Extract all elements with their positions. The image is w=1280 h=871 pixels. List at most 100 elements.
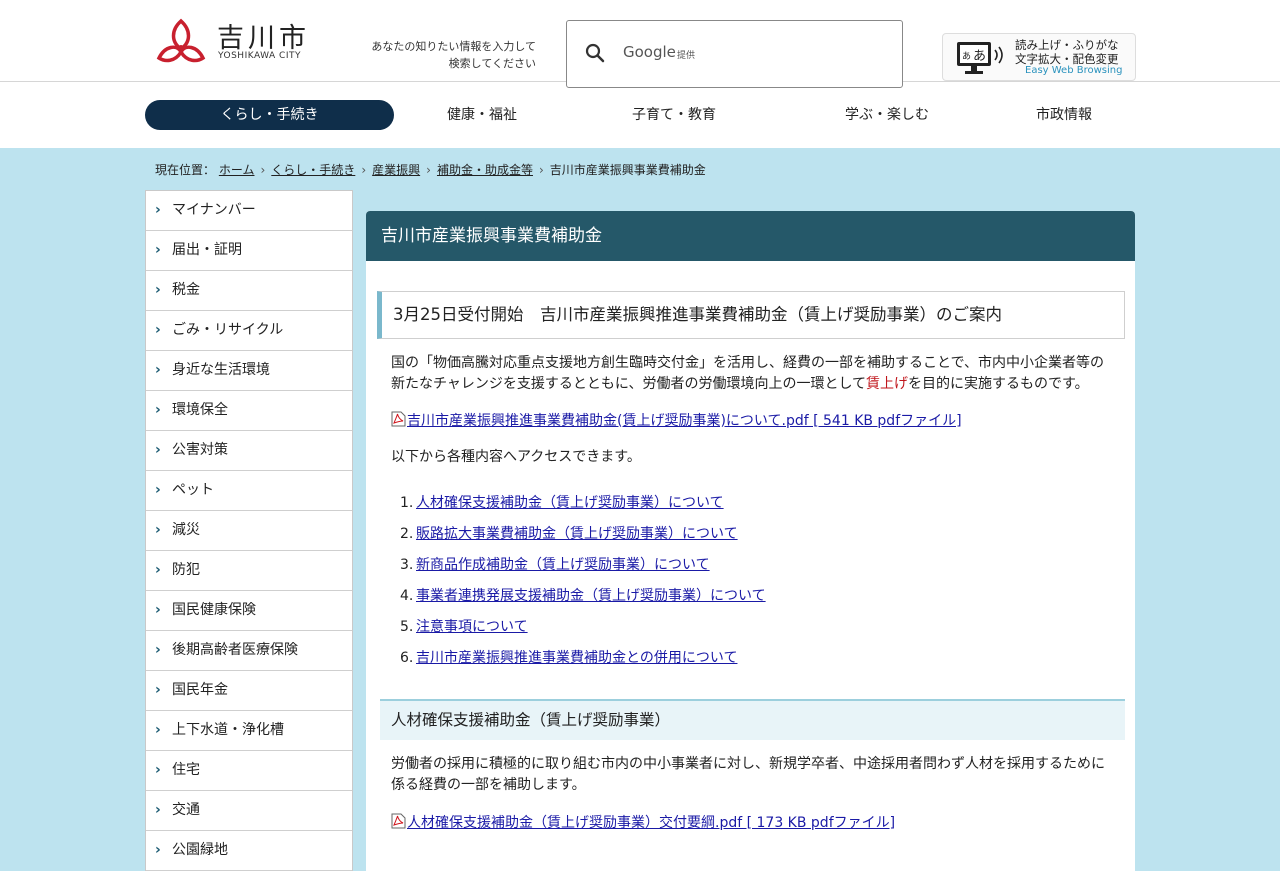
chevron-right-icon: › (155, 762, 161, 778)
toc-list-number: 5. (400, 619, 414, 635)
sidebar-item[interactable]: › 国民健康保険 (146, 591, 352, 631)
main-content: 吉川市産業振興事業費補助金 3月25日受付開始 吉川市産業振興推進事業費補助金（… (366, 211, 1135, 871)
sidebar-item-label: 後期高齢者医療保険 (172, 642, 298, 658)
access-text: 以下から各種内容へアクセスできます。 (391, 449, 641, 465)
section-heading: 3月25日受付開始 吉川市産業振興推進事業費補助金（賃上げ奨励事業）のご案内 (377, 291, 1125, 339)
sidebar-item[interactable]: › 防犯 (146, 551, 352, 591)
pdf-download-link[interactable]: 吉川市産業振興推進事業費補助金(賃上げ奨励事業)について.pdf [ 541 K… (391, 410, 962, 430)
chevron-right-icon: › (155, 562, 161, 578)
chevron-right-icon: › (155, 322, 161, 338)
pdf-file-icon (391, 813, 406, 829)
breadcrumb: 現在位置： ホーム › くらし・手続き › 産業振興 › 補助金・助成金等 › 吉川市産業振興事… (155, 161, 706, 178)
web-browsing-label-en: Easy Web Browsing (1025, 65, 1123, 76)
chevron-right-icon: › (155, 722, 161, 738)
subsection-paragraph: 労働者の採用に積極的に取り組む市内の中小事業者に対し、新規学卒者、中途採用者問わ… (391, 756, 1105, 793)
sidebar-item[interactable]: › 届出・証明 (146, 231, 352, 271)
svg-text:あ: あ (973, 49, 986, 64)
search-provider-suffix: 提供 (677, 51, 696, 61)
chevron-right-icon: › (155, 242, 161, 258)
toc-list-number: 3. (400, 557, 414, 573)
chevron-right-icon: › (155, 802, 161, 818)
search-provider-label: Google (623, 43, 676, 61)
sidebar-item-label: マイナンバー (172, 202, 256, 218)
intro-highlight: 賃上げ (866, 376, 909, 392)
global-nav-item-kenko[interactable]: 健康・福祉 (412, 100, 552, 130)
toc-list: 1. 人材確保支援補助金（賃上げ奨励事業）について 2. 販路拡大事業費補助金（賃上げ… (391, 493, 1091, 679)
sidebar-item[interactable]: › 公園緑地 (146, 831, 352, 871)
toc-link[interactable]: 新商品作成補助金（賃上げ奨励事業）について (416, 555, 710, 575)
sidebar-item[interactable]: › 上下水道・浄化槽 (146, 711, 352, 751)
toc-link[interactable]: 販路拡大事業費補助金（賃上げ奨励事業）について (416, 524, 738, 544)
sidebar-item-label: 国民健康保険 (172, 602, 256, 618)
toc-list-item: 6. 吉川市産業振興推進事業費補助金との併用について (391, 648, 1091, 679)
subsection-heading: 人材確保支援補助金（賃上げ奨励事業） (380, 699, 1125, 740)
sidebar-item-label: 公園緑地 (172, 842, 228, 858)
city-name: 吉川市 (217, 23, 310, 54)
breadcrumb-link-home[interactable]: ホーム (219, 163, 255, 177)
search-help-line: あなたの知りたい情報を入力して (371, 40, 536, 53)
pdf-file-icon (391, 411, 406, 427)
breadcrumb-link-sangyo[interactable]: 産業振興 (372, 163, 420, 177)
toc-list-number: 4. (400, 588, 414, 604)
chevron-right-icon: › (155, 482, 161, 498)
toc-list-number: 1. (400, 495, 414, 511)
chevron-right-icon: › (155, 602, 161, 618)
intro-paragraph: 国の「物価高騰対応重点支援地方創生臨時交付金」を活用し、経費の一部を補助すること… (391, 353, 1116, 395)
sidebar-item-label: 住宅 (172, 762, 200, 778)
chevron-right-icon: › (155, 842, 161, 858)
toc-link[interactable]: 吉川市産業振興推進事業費補助金との併用について (416, 648, 737, 668)
chevron-right-icon: › (155, 522, 161, 538)
breadcrumb-link-hojokin[interactable]: 補助金・助成金等 (437, 163, 533, 177)
global-nav-item-kosodate[interactable]: 子育て・教育 (604, 100, 744, 130)
intro-text: を目的に実施するものです。 (908, 376, 1089, 392)
sidebar-item[interactable]: › 国民年金 (146, 671, 352, 711)
breadcrumb-prefix: 現在位置： (155, 163, 216, 177)
toc-link[interactable]: 人材確保支援補助金（賃上げ奨励事業）について (416, 493, 724, 513)
chevron-right-icon: › (155, 362, 161, 378)
sidebar-item-label: ペット (172, 482, 214, 498)
pdf-download-link[interactable]: 人材確保支援補助金（賃上げ奨励事業）交付要綱.pdf [ 173 KB pdfフ… (391, 812, 895, 832)
chevron-right-icon: › (155, 442, 161, 458)
sidebar-item[interactable]: › 税金 (146, 271, 352, 311)
site-header: 吉川市 YOSHIKAWA CITY あなたの知りたい情報を入力して 検索してく… (0, 0, 1280, 148)
breadcrumb-separator: › (361, 163, 367, 177)
sidebar-item-label: 減災 (172, 522, 200, 538)
sidebar-item[interactable]: › 公害対策 (146, 431, 352, 471)
sidebar-item[interactable]: › 身近な生活環境 (146, 351, 352, 391)
sidebar-item[interactable]: › ごみ・リサイクル (146, 311, 352, 351)
pdf-link-text[interactable]: 吉川市産業振興推進事業費補助金(賃上げ奨励事業)について.pdf [ 541 K… (407, 413, 962, 429)
toc-list-item: 2. 販路拡大事業費補助金（賃上げ奨励事業）について (391, 524, 1091, 555)
sidebar-item-label: 身近な生活環境 (172, 362, 270, 378)
toc-link[interactable]: 注意事項について (416, 617, 528, 637)
sidebar-item-label: ごみ・リサイクル (172, 322, 284, 338)
search-icon[interactable] (585, 43, 605, 63)
chevron-right-icon: › (155, 402, 161, 418)
text-to-speech-monitor-icon: あ あ (957, 42, 1003, 74)
global-nav-item-shisei[interactable]: 市政情報 (994, 100, 1134, 130)
sidebar-item[interactable]: › 交通 (146, 791, 352, 831)
global-nav-item-manabu[interactable]: 学ぶ・楽しむ (817, 100, 957, 130)
svg-text:あ: あ (962, 51, 971, 62)
city-name-en: YOSHIKAWA CITY (218, 51, 301, 61)
sidebar-item[interactable]: › 住宅 (146, 751, 352, 791)
easy-web-browsing-button[interactable]: あ あ 読み上げ・ふりがな 文字拡大・配色変更 Easy Web Browsin… (942, 33, 1136, 81)
toc-link[interactable]: 事業者連携発展支援補助金（賃上げ奨励事業）について (416, 586, 766, 606)
breadcrumb-link-kurashi[interactable]: くらし・手続き (271, 163, 355, 177)
global-nav-item-kurashi[interactable]: くらし・手続き (145, 100, 394, 130)
sidebar-item[interactable]: › 環境保全 (146, 391, 352, 431)
chevron-right-icon: › (155, 682, 161, 698)
pdf-link-text[interactable]: 人材確保支援補助金（賃上げ奨励事業）交付要綱.pdf [ 173 KB pdfフ… (407, 815, 895, 831)
sidebar-item-label: 公害対策 (172, 442, 228, 458)
sidebar-item[interactable]: › マイナンバー (146, 191, 352, 231)
breadcrumb-separator: › (426, 163, 431, 177)
chevron-right-icon: › (155, 282, 161, 298)
sidebar-item-label: 上下水道・浄化槽 (172, 722, 284, 738)
sidebar-item[interactable]: › ペット (146, 471, 352, 511)
sidebar-item[interactable]: › 減災 (146, 511, 352, 551)
search-input[interactable]: Google 提供 (566, 20, 903, 88)
toc-list-number: 6. (400, 650, 414, 666)
sidebar-item[interactable]: › 後期高齢者医療保険 (146, 631, 352, 671)
search-help-line: 検索してください (448, 57, 536, 70)
sidebar-item-label: 国民年金 (172, 682, 228, 698)
site-logo[interactable]: 吉川市 YOSHIKAWA CITY (155, 18, 315, 66)
